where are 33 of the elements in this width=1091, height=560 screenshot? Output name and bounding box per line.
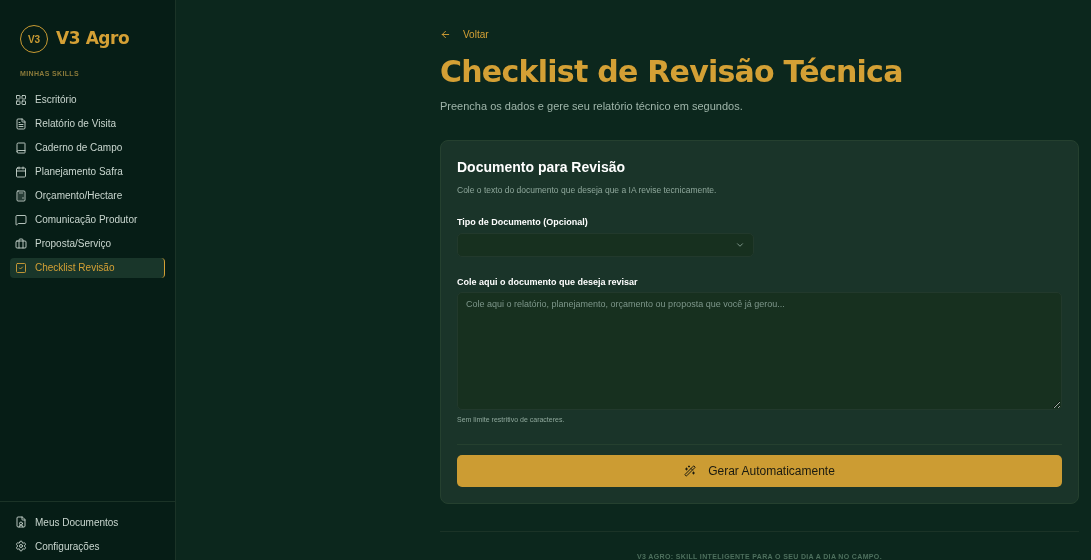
calculator-icon bbox=[15, 189, 27, 202]
briefcase-icon bbox=[15, 237, 27, 250]
sidebar-item[interactable]: Proposta/Serviço bbox=[10, 233, 165, 254]
sidebar-item[interactable]: Relatório de Visita bbox=[10, 113, 165, 134]
generate-button[interactable]: Gerar Automaticamente bbox=[457, 454, 1062, 487]
document-textarea[interactable]: Cole aqui o relatório, planejamento, orçamento ou proposta que você já gerou... bbox=[457, 292, 1062, 411]
back-arrow-icon bbox=[440, 29, 451, 40]
sidebar-item[interactable]: Comunicação Produtor bbox=[10, 209, 165, 230]
sidebar-item[interactable]: Caderno de Campo bbox=[10, 137, 165, 158]
sidebar-item[interactable]: Planejamento Safra bbox=[10, 161, 165, 182]
document-icon bbox=[15, 117, 27, 130]
sidebar-item[interactable]: Orçamento/Hectare bbox=[10, 185, 165, 206]
magic-wand-icon bbox=[684, 464, 697, 477]
field-label: Tipo de Documento (Opcional) bbox=[457, 216, 589, 230]
grid-icon bbox=[15, 93, 27, 106]
sidebar-item[interactable]: Meus Documentos bbox=[10, 512, 165, 532]
field-label: Cole aqui o documento que deseja revisar bbox=[457, 275, 639, 289]
sidebar-item[interactable]: Configurações bbox=[10, 536, 165, 556]
card-title: Documento para Revisão bbox=[457, 157, 627, 177]
back-link[interactable]: Voltar bbox=[440, 27, 489, 42]
document-icon bbox=[15, 516, 27, 528]
page-subtitle: Preencha os dados e gere seu relatório técnico em segundos. bbox=[440, 99, 744, 114]
calendar-icon bbox=[15, 165, 27, 178]
card-description: Cole o texto do documento que deseja que a IA revise tecnicamente. bbox=[457, 183, 718, 197]
brand-name: V3 Agro bbox=[56, 27, 130, 51]
sidebar-item[interactable]: Escritório bbox=[10, 89, 165, 110]
settings-icon bbox=[15, 540, 27, 552]
chat-icon bbox=[15, 213, 27, 226]
sidebar-item[interactable]: Checklist Revisão bbox=[10, 257, 165, 278]
page-title: Checklist de Revisão Técnica bbox=[440, 53, 904, 91]
book-icon bbox=[15, 141, 27, 154]
checkbox-icon bbox=[15, 261, 27, 274]
document-type-select[interactable] bbox=[457, 232, 754, 257]
